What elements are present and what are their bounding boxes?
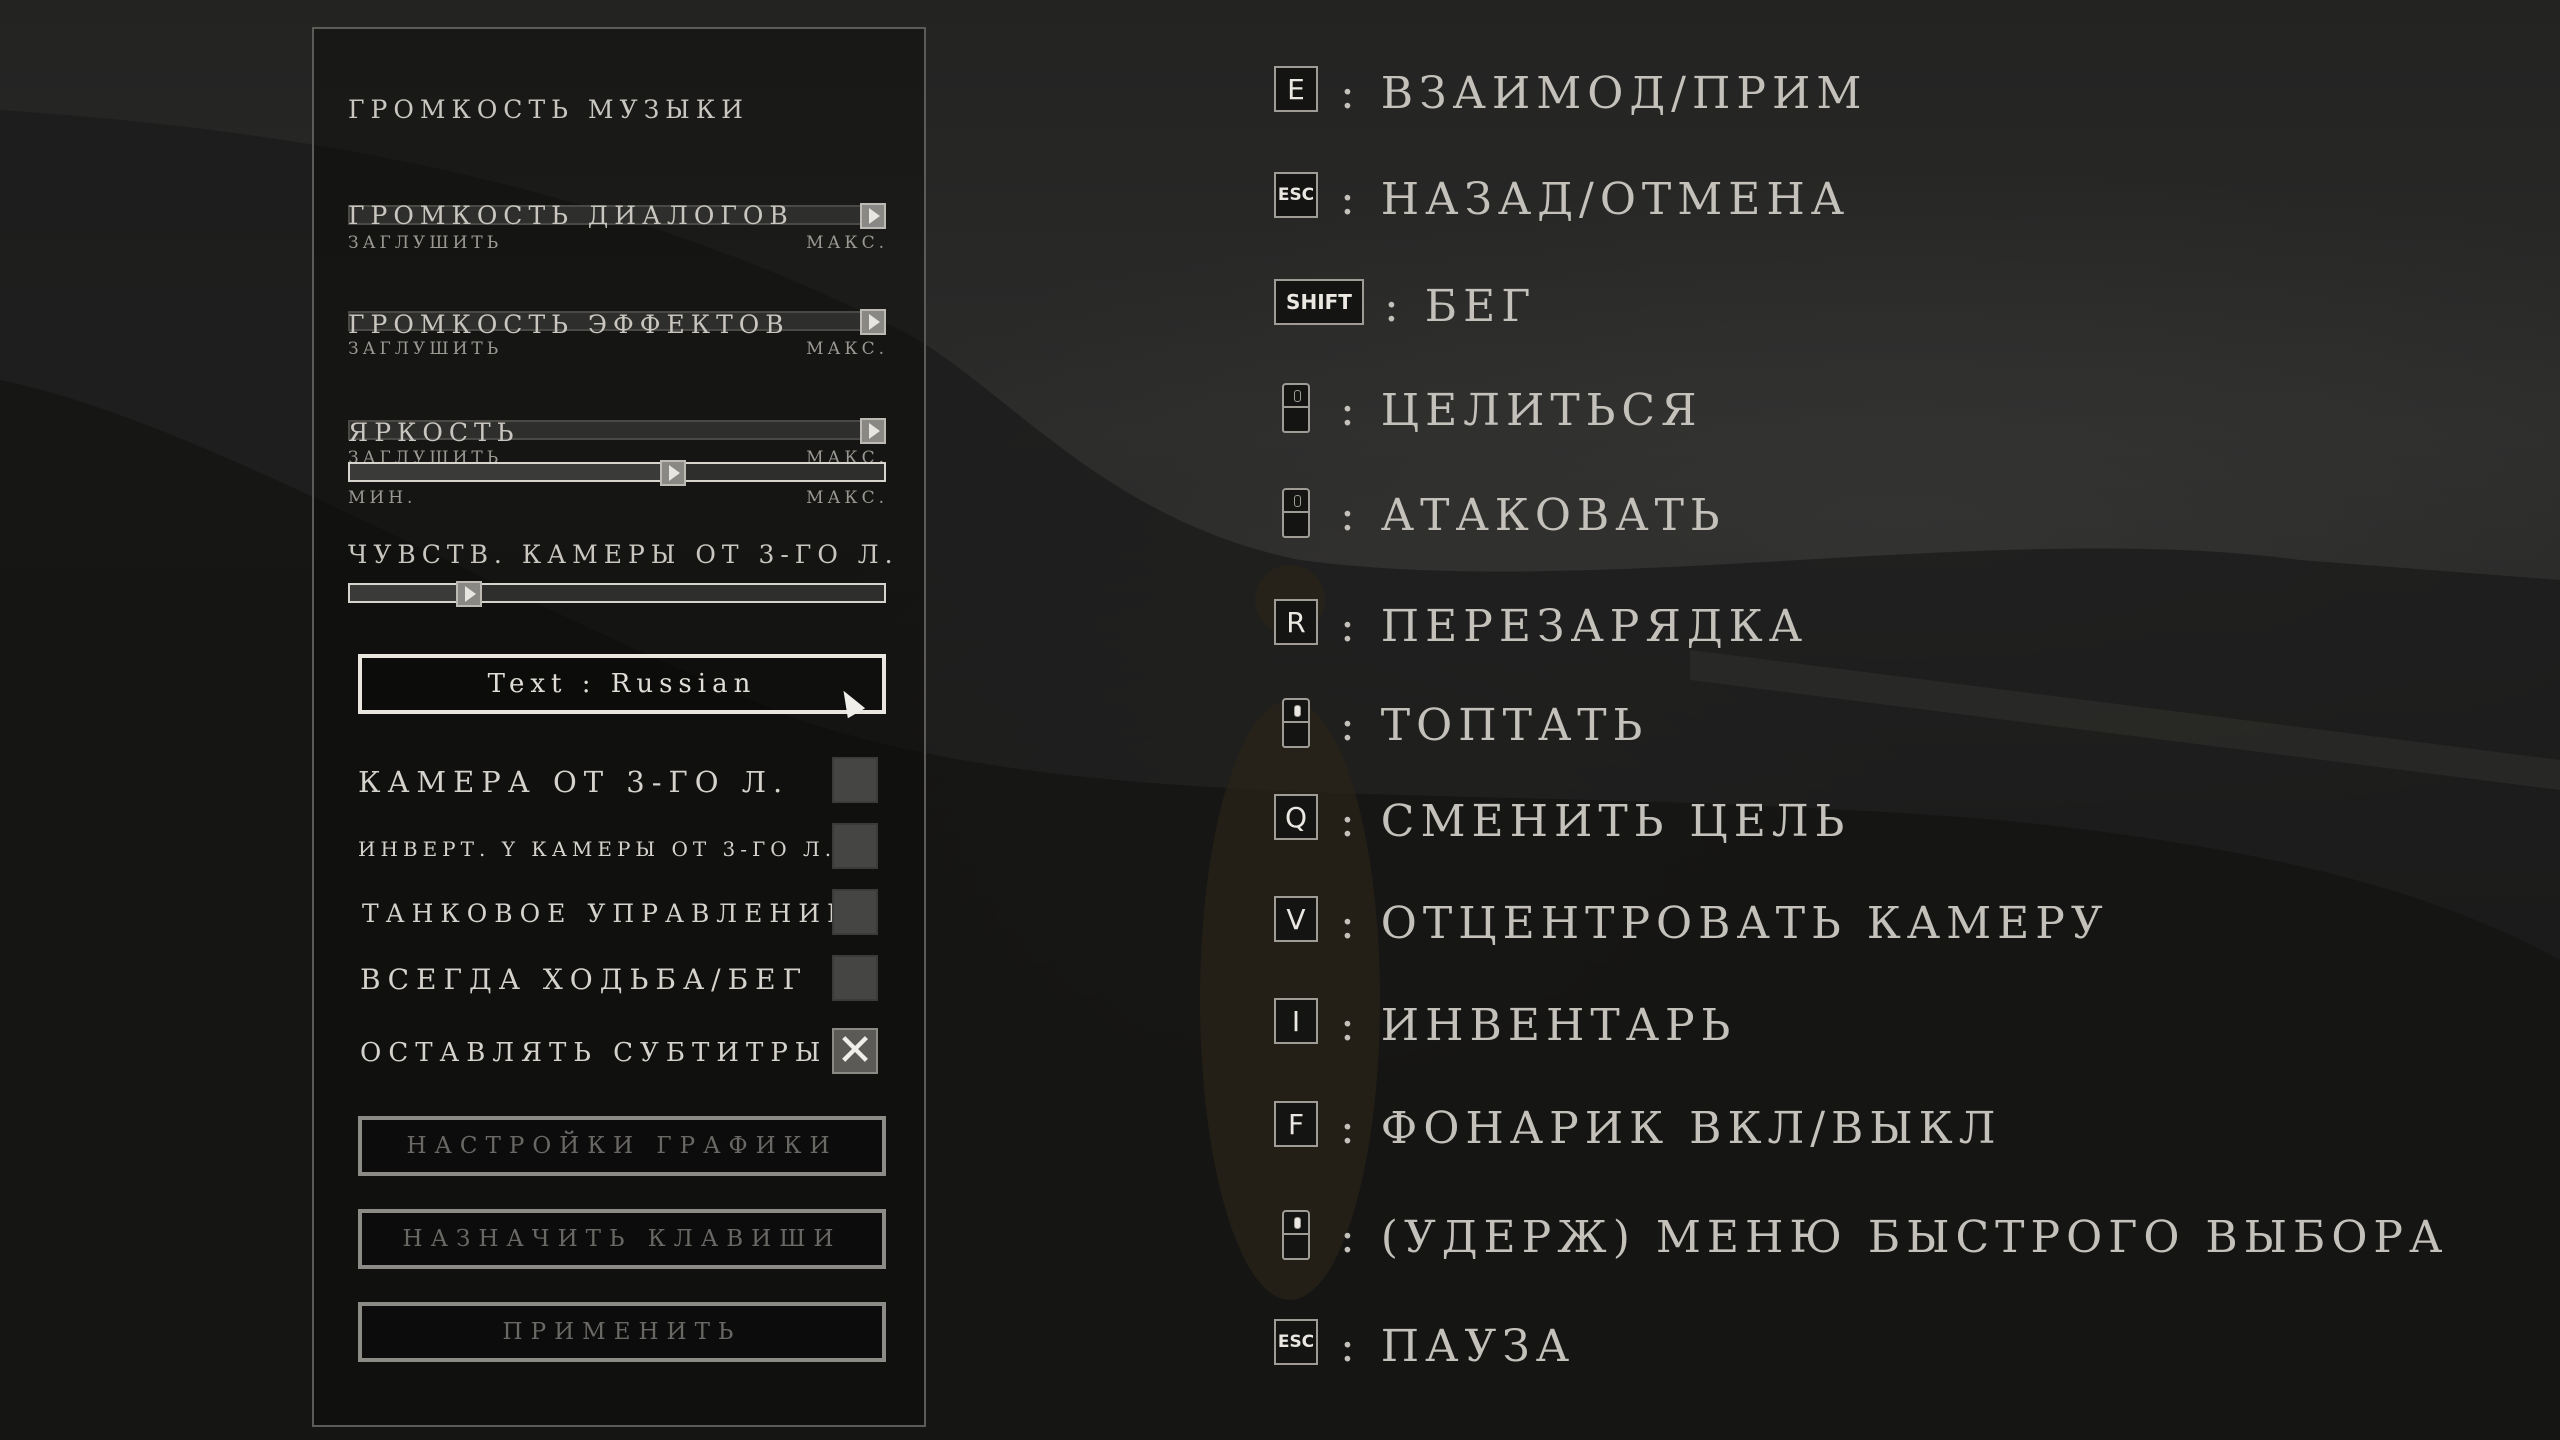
effects-volume-label: ГРОМКОСТЬ ЭФФЕКТОВ: [348, 310, 790, 339]
control-action: : ВЗАИМОД/ПРИМ: [1340, 68, 1868, 119]
key-r-icon: R: [1274, 599, 1318, 645]
key-esc-icon: ESC: [1274, 172, 1318, 218]
control-action: : ПАУЗА: [1340, 1321, 1576, 1372]
language-button[interactable]: Text : Russian: [358, 654, 886, 714]
mouse-right-button-icon: [1282, 488, 1310, 538]
mouse-left-button-icon: [1282, 383, 1310, 433]
always-walk-run-checkbox[interactable]: [832, 955, 878, 1001]
third-person-camera-checkbox[interactable]: [832, 757, 878, 803]
slider-thumb[interactable]: [456, 581, 482, 607]
slider-fill: [350, 585, 468, 601]
toggle-label: ОСТАВЛЯТЬ СУБТИТРЫ: [360, 1038, 828, 1068]
toggle-label: ТАНКОВОЕ УПРАВЛЕНИЕ: [362, 899, 853, 928]
control-action: : АТАКОВАТЬ: [1340, 490, 1726, 541]
toggle-label: ИНВЕРТ. Y КАМЕРЫ ОТ 3-ГО Л.: [358, 837, 837, 861]
control-action: : СМЕНИТЬ ЦЕЛЬ: [1340, 796, 1851, 847]
control-action: : ОТЦЕНТРОВАТЬ КАМЕРУ: [1340, 898, 2109, 949]
keybinds-button[interactable]: НАЗНАЧИТЬ КЛАВИШИ: [358, 1209, 886, 1269]
check-x-icon: ✕: [836, 1025, 874, 1076]
brightness-slider[interactable]: [348, 460, 886, 486]
key-shift-icon: SHIFT: [1274, 279, 1364, 325]
control-action: : БЕГ: [1384, 281, 1537, 332]
mouse-middle-button-icon: [1282, 1210, 1310, 1260]
control-action: : ПЕРЕЗАРЯДКА: [1340, 601, 1809, 652]
graphics-settings-button[interactable]: НАСТРОЙКИ ГРАФИКИ: [358, 1116, 886, 1176]
slider-min-label: МИН.: [348, 488, 417, 508]
key-q-icon: Q: [1274, 794, 1318, 840]
settings-panel: ГРОМКОСТЬ МУЗЫКИ ЗАГЛУШИТЬ МАКС. ГРОМКОС…: [312, 27, 926, 1427]
slider-thumb[interactable]: [660, 460, 686, 486]
control-action: : ИНВЕНТАРЬ: [1340, 1000, 1737, 1051]
toggle-label: КАМЕРА ОТ 3-ГО Л.: [358, 765, 790, 799]
music-volume-slider-block: ГРОМКОСТЬ МУЗЫКИ ЗАГЛУШИТЬ МАКС.: [348, 95, 888, 253]
control-action: : (УДЕРЖ) МЕНЮ БЫСТРОГО ВЫБОРА: [1340, 1212, 2449, 1263]
control-action: : НАЗАД/ОТМЕНА: [1340, 174, 1851, 225]
key-f-icon: F: [1274, 1101, 1318, 1147]
key-e-icon: E: [1274, 66, 1318, 112]
slider-fill: [350, 464, 671, 480]
third-person-camera-toggle[interactable]: КАМЕРА ОТ 3-ГО Л.: [358, 757, 898, 805]
brightness-slider-block: ЯРКОСТЬ МИН. МАКС.: [348, 418, 888, 518]
control-action: : ТОПТАТЬ: [1340, 700, 1649, 751]
camera-sensitivity-slider[interactable]: [348, 581, 886, 607]
effects-volume-slider-block: ГРОМКОСТЬ ЭФФЕКТОВ ЗАГЛУШИТЬ МАКС.: [348, 310, 888, 468]
brightness-label: ЯРКОСТЬ: [348, 418, 520, 447]
tank-controls-toggle[interactable]: ТАНКОВОЕ УПРАВЛЕНИЕ: [358, 889, 898, 937]
camera-sensitivity-label: ЧУВСТВ. КАМЕРЫ ОТ 3-ГО Л.: [348, 540, 899, 569]
control-action: : ЦЕЛИТЬСЯ: [1340, 385, 1703, 436]
key-v-icon: V: [1274, 896, 1318, 942]
tank-controls-checkbox[interactable]: [832, 889, 878, 935]
mouse-middle-button-icon: [1282, 698, 1310, 748]
keep-subtitles-toggle[interactable]: ОСТАВЛЯТЬ СУБТИТРЫ ✕: [358, 1028, 898, 1076]
toggle-label: ВСЕГДА ХОДЬБА/БЕГ: [360, 963, 809, 996]
invert-y-toggle[interactable]: ИНВЕРТ. Y КАМЕРЫ ОТ 3-ГО Л.: [358, 823, 898, 871]
music-volume-label: ГРОМКОСТЬ МУЗЫКИ: [348, 95, 749, 124]
camera-sensitivity-slider-block: ЧУВСТВ. КАМЕРЫ ОТ 3-ГО Л.: [348, 540, 893, 620]
dialog-volume-slider-block: ГРОМКОСТЬ ДИАЛОГОВ ЗАГЛУШИТЬ МАКС.: [348, 201, 888, 359]
slider-max-label: МАКС.: [806, 488, 888, 508]
apply-button[interactable]: ПРИМЕНИТЬ: [358, 1302, 886, 1362]
keep-subtitles-checkbox[interactable]: ✕: [832, 1028, 878, 1074]
always-walk-run-toggle[interactable]: ВСЕГДА ХОДЬБА/БЕГ: [358, 955, 898, 1003]
dialog-volume-label: ГРОМКОСТЬ ДИАЛОГОВ: [348, 201, 794, 230]
key-i-icon: I: [1274, 998, 1318, 1044]
key-esc-icon: ESC: [1274, 1319, 1318, 1365]
invert-y-checkbox[interactable]: [832, 823, 878, 869]
control-action: : ФОНАРИК ВКЛ/ВЫКЛ: [1340, 1103, 2002, 1154]
